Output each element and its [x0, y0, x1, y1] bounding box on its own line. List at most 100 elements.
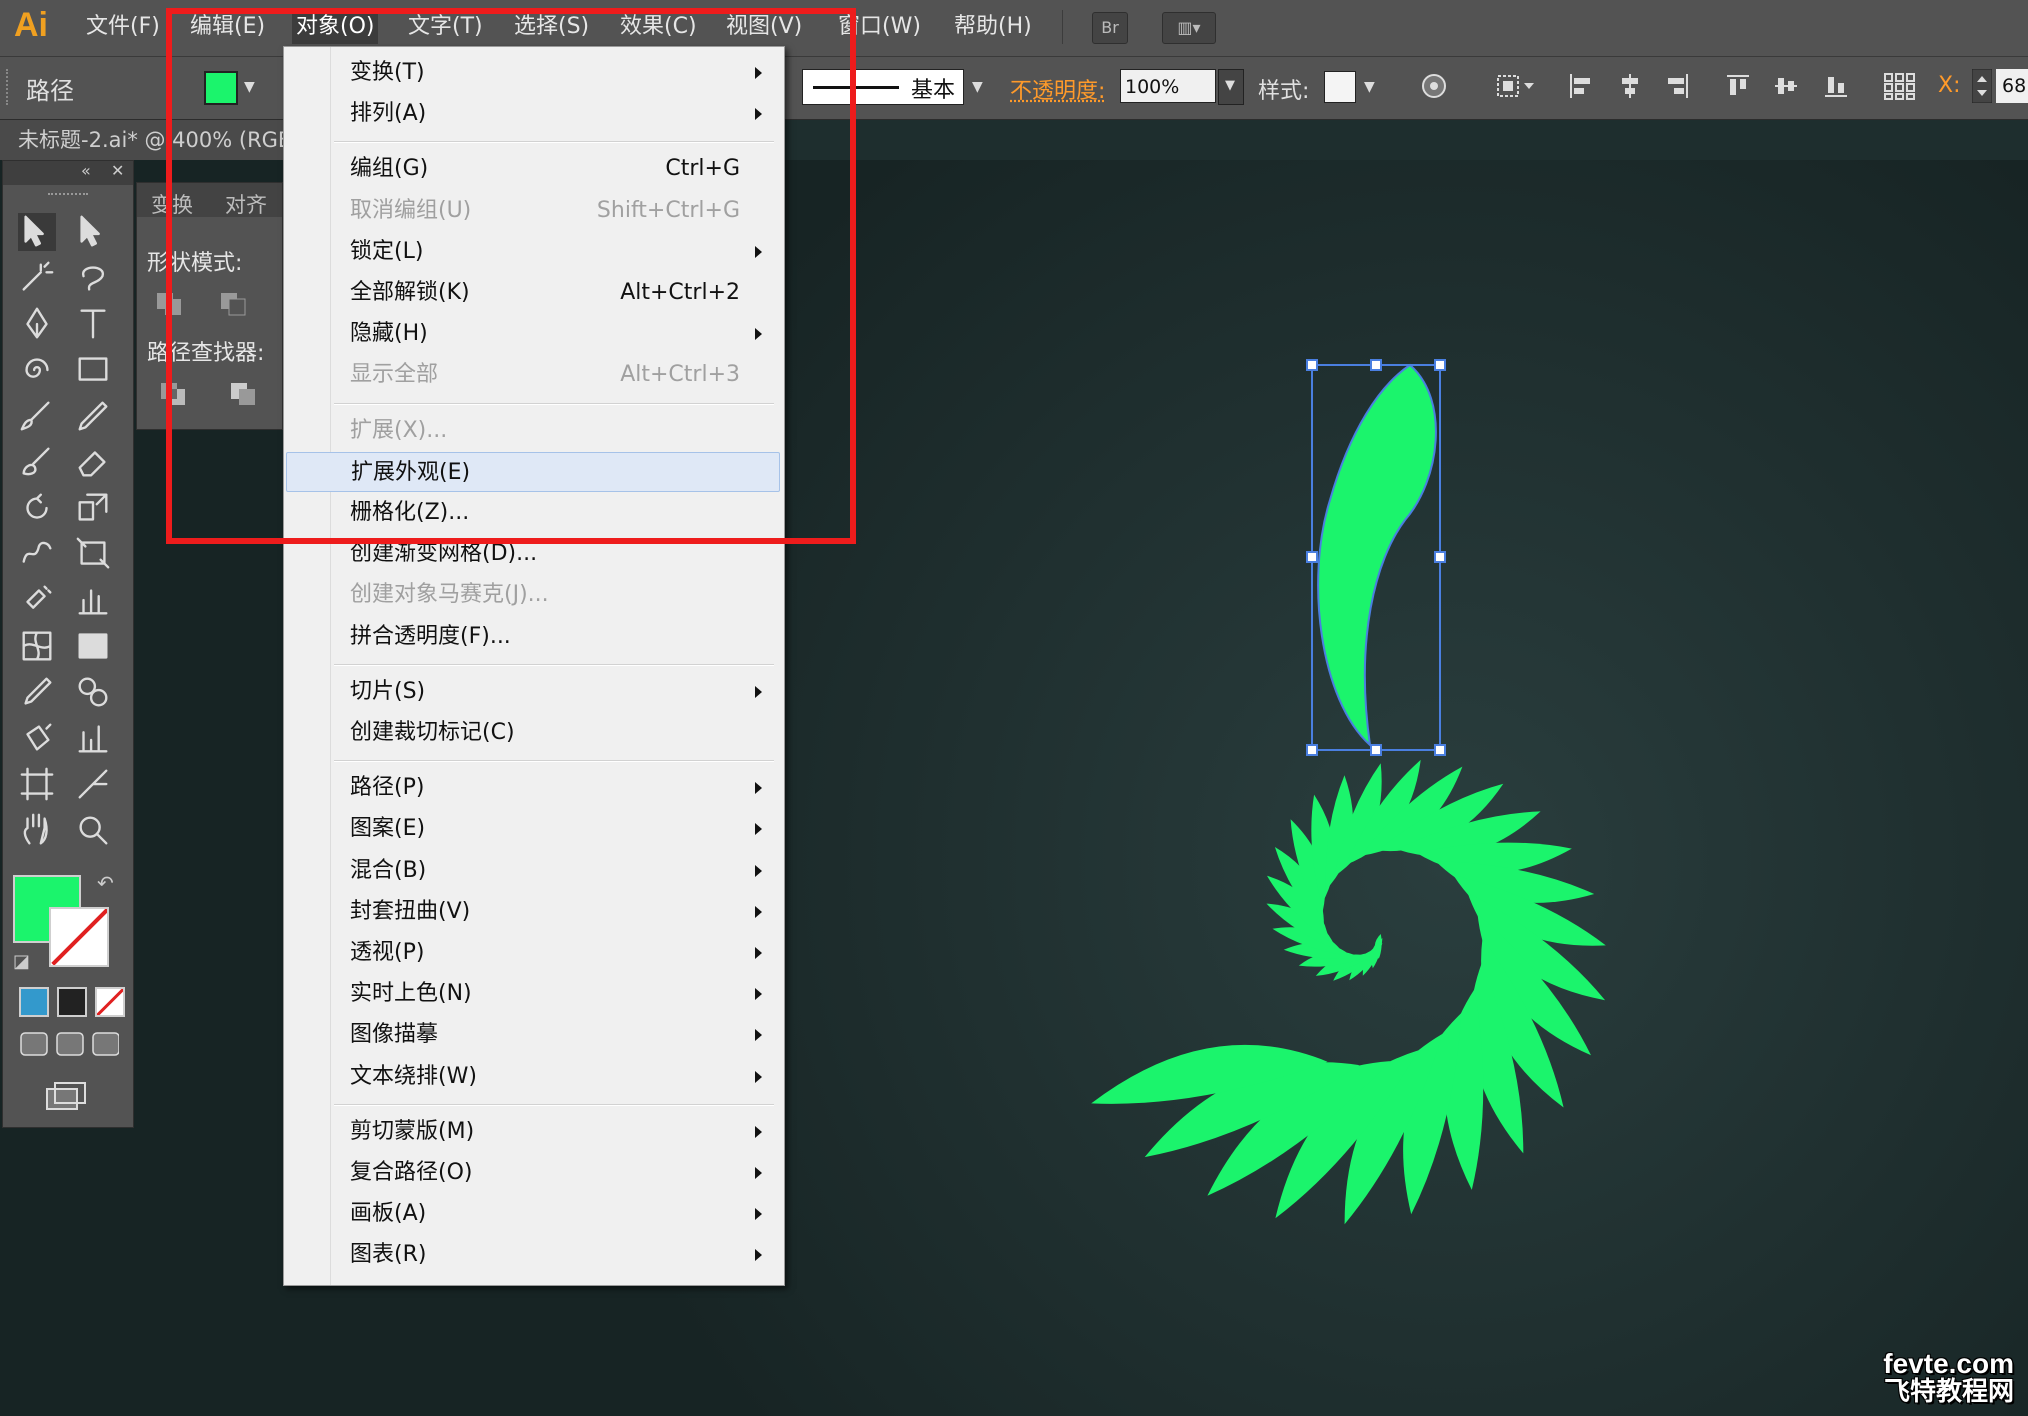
- hand-tool-icon[interactable]: [17, 811, 57, 849]
- align-right-icon[interactable]: [1664, 71, 1692, 101]
- collapse-panel-icon[interactable]: «: [81, 161, 91, 180]
- screen-mode-icon[interactable]: [43, 1079, 89, 1115]
- menu-item-label: 画板(A): [350, 1201, 427, 1227]
- spiral-tool-icon[interactable]: [17, 351, 57, 389]
- menu-item-4-6[interactable]: 图像描摹: [286, 1015, 780, 1055]
- align-vertical-center-icon[interactable]: [1772, 71, 1800, 101]
- scale-tool-icon[interactable]: [73, 489, 113, 527]
- direct-selection-tool-icon[interactable]: [73, 213, 113, 251]
- live-paint-bucket-tool-icon[interactable]: [17, 719, 57, 757]
- align-top-icon[interactable]: [1724, 71, 1752, 101]
- submenu-arrow-icon: [755, 782, 762, 795]
- bar-graph-tool-icon[interactable]: [73, 719, 113, 757]
- submenu-arrow-icon: [755, 1029, 762, 1042]
- gradient-tool-icon[interactable]: [73, 627, 113, 665]
- close-panel-icon[interactable]: ✕: [111, 161, 124, 180]
- warp-tool-icon[interactable]: [17, 535, 57, 573]
- menu-item-4-3[interactable]: 封套扭曲(V): [286, 892, 780, 932]
- x-position-input[interactable]: 68: [1996, 69, 2028, 103]
- menu-item-3-1[interactable]: 创建裁切标记(C): [286, 713, 780, 753]
- menu-item-2-5[interactable]: 拼合透明度(F)...: [286, 617, 780, 657]
- menu-item-4-2[interactable]: 混合(B): [286, 851, 780, 891]
- selection-handle[interactable]: [1306, 551, 1318, 563]
- stroke-swatch[interactable]: [49, 907, 109, 967]
- menu-item-5-3[interactable]: 图表(R): [286, 1235, 780, 1275]
- menu-item-4-7[interactable]: 文本绕排(W): [286, 1057, 780, 1097]
- menu-item-5-0[interactable]: 剪切蒙版(M): [286, 1112, 780, 1152]
- lasso-tool-icon[interactable]: [73, 259, 113, 297]
- type-tool-icon[interactable]: [73, 305, 113, 343]
- align-to-selection-icon[interactable]: [1494, 71, 1538, 101]
- selection-handle[interactable]: [1434, 359, 1446, 371]
- menu-item-8[interactable]: 帮助(H): [950, 10, 1036, 44]
- paintbrush-tool-icon[interactable]: [17, 397, 57, 435]
- graphic-style-swatch[interactable]: [1324, 71, 1356, 103]
- opacity-label[interactable]: 不透明度:: [1010, 73, 1105, 105]
- panel-grip-icon[interactable]: [48, 193, 88, 199]
- control-bar-grip-icon[interactable]: [6, 69, 12, 105]
- tools-panel-header[interactable]: « ✕: [3, 161, 133, 185]
- menu-item-4-0[interactable]: 路径(P): [286, 768, 780, 808]
- eraser-tool-icon[interactable]: [73, 443, 113, 481]
- workspace-layout-icon: ▥▾: [1177, 18, 1201, 37]
- menu-item-label: 剪切蒙版(M): [350, 1118, 475, 1144]
- recolor-artwork-icon[interactable]: [1420, 71, 1448, 101]
- menu-item-5-1[interactable]: 复合路径(O): [286, 1153, 780, 1193]
- selection-handle[interactable]: [1370, 744, 1382, 756]
- swap-fill-stroke-icon[interactable]: ↶: [97, 871, 114, 895]
- magic-wand-tool-icon[interactable]: [17, 259, 57, 297]
- align-bottom-icon[interactable]: [1822, 71, 1850, 101]
- blend-tool-icon[interactable]: [73, 673, 113, 711]
- x-stepper-icon[interactable]: [1972, 69, 1992, 103]
- menu-item-label: 创建对象马赛克(J)...: [350, 582, 549, 608]
- menu-item-4-4[interactable]: 透视(P): [286, 933, 780, 973]
- graphic-style-label: 样式:: [1258, 79, 1310, 104]
- menu-item-5-2[interactable]: 画板(A): [286, 1194, 780, 1234]
- selection-handle[interactable]: [1434, 551, 1446, 563]
- eyedropper-tool-icon[interactable]: [17, 673, 57, 711]
- selection-handle[interactable]: [1306, 744, 1318, 756]
- rectangle-tool-icon[interactable]: [73, 351, 113, 389]
- color-mode-button[interactable]: [19, 987, 49, 1017]
- bridge-button[interactable]: Br: [1092, 12, 1128, 44]
- menu-item-label: 图像描摹: [350, 1022, 439, 1048]
- blob-brush-tool-icon[interactable]: [17, 443, 57, 481]
- menu-item-4-1[interactable]: 图案(E): [286, 809, 780, 849]
- align-left-icon[interactable]: [1566, 71, 1594, 101]
- opacity-input[interactable]: 100%: [1120, 69, 1216, 103]
- menubar-divider: [1062, 10, 1063, 44]
- menu-item-0[interactable]: 文件(F): [82, 10, 164, 44]
- workspace-switcher-button[interactable]: ▥▾: [1162, 12, 1216, 44]
- pen-tool-icon[interactable]: [17, 305, 57, 343]
- pencil-tool-icon[interactable]: [73, 397, 113, 435]
- transform-reference-point-icon[interactable]: [1882, 71, 1918, 101]
- drawing-modes-icon[interactable]: [19, 1029, 119, 1059]
- gradient-mode-button[interactable]: [57, 987, 87, 1017]
- menu-item-3-0[interactable]: 切片(S): [286, 672, 780, 712]
- zoom-tool-icon[interactable]: [73, 811, 113, 849]
- menu-separator: [334, 760, 774, 763]
- stroke-profile-arrow-icon[interactable]: ▼: [972, 79, 983, 95]
- column-graph-tool-icon[interactable]: [73, 581, 113, 619]
- selection-handle[interactable]: [1306, 359, 1318, 371]
- tools-panel: « ✕ ↶ ◪: [2, 160, 134, 1128]
- menu-item-4-5[interactable]: 实时上色(N): [286, 974, 780, 1014]
- opacity-dropdown-button[interactable]: ▼: [1218, 69, 1244, 105]
- rotate-tool-icon[interactable]: [17, 489, 57, 527]
- selection-handle[interactable]: [1370, 359, 1382, 371]
- free-transform-tool-icon[interactable]: [73, 535, 113, 573]
- graphic-style-arrow-icon[interactable]: ▼: [1364, 79, 1375, 95]
- submenu-arrow-icon: [755, 864, 762, 877]
- menu-separator: [334, 1103, 774, 1106]
- chevron-down-icon: ▼: [1225, 78, 1235, 93]
- slice-tool-icon[interactable]: [73, 765, 113, 803]
- default-fill-stroke-icon[interactable]: ◪: [13, 951, 30, 972]
- selection-tool-icon[interactable]: [17, 213, 57, 251]
- mesh-tool-icon[interactable]: [17, 627, 57, 665]
- selection-handle[interactable]: [1434, 744, 1446, 756]
- artboard-tool-icon[interactable]: [17, 765, 57, 803]
- symbol-sprayer-tool-icon[interactable]: [17, 581, 57, 619]
- submenu-arrow-icon: [755, 1249, 762, 1262]
- align-horizontal-center-icon[interactable]: [1616, 71, 1644, 101]
- none-mode-button[interactable]: [95, 987, 125, 1017]
